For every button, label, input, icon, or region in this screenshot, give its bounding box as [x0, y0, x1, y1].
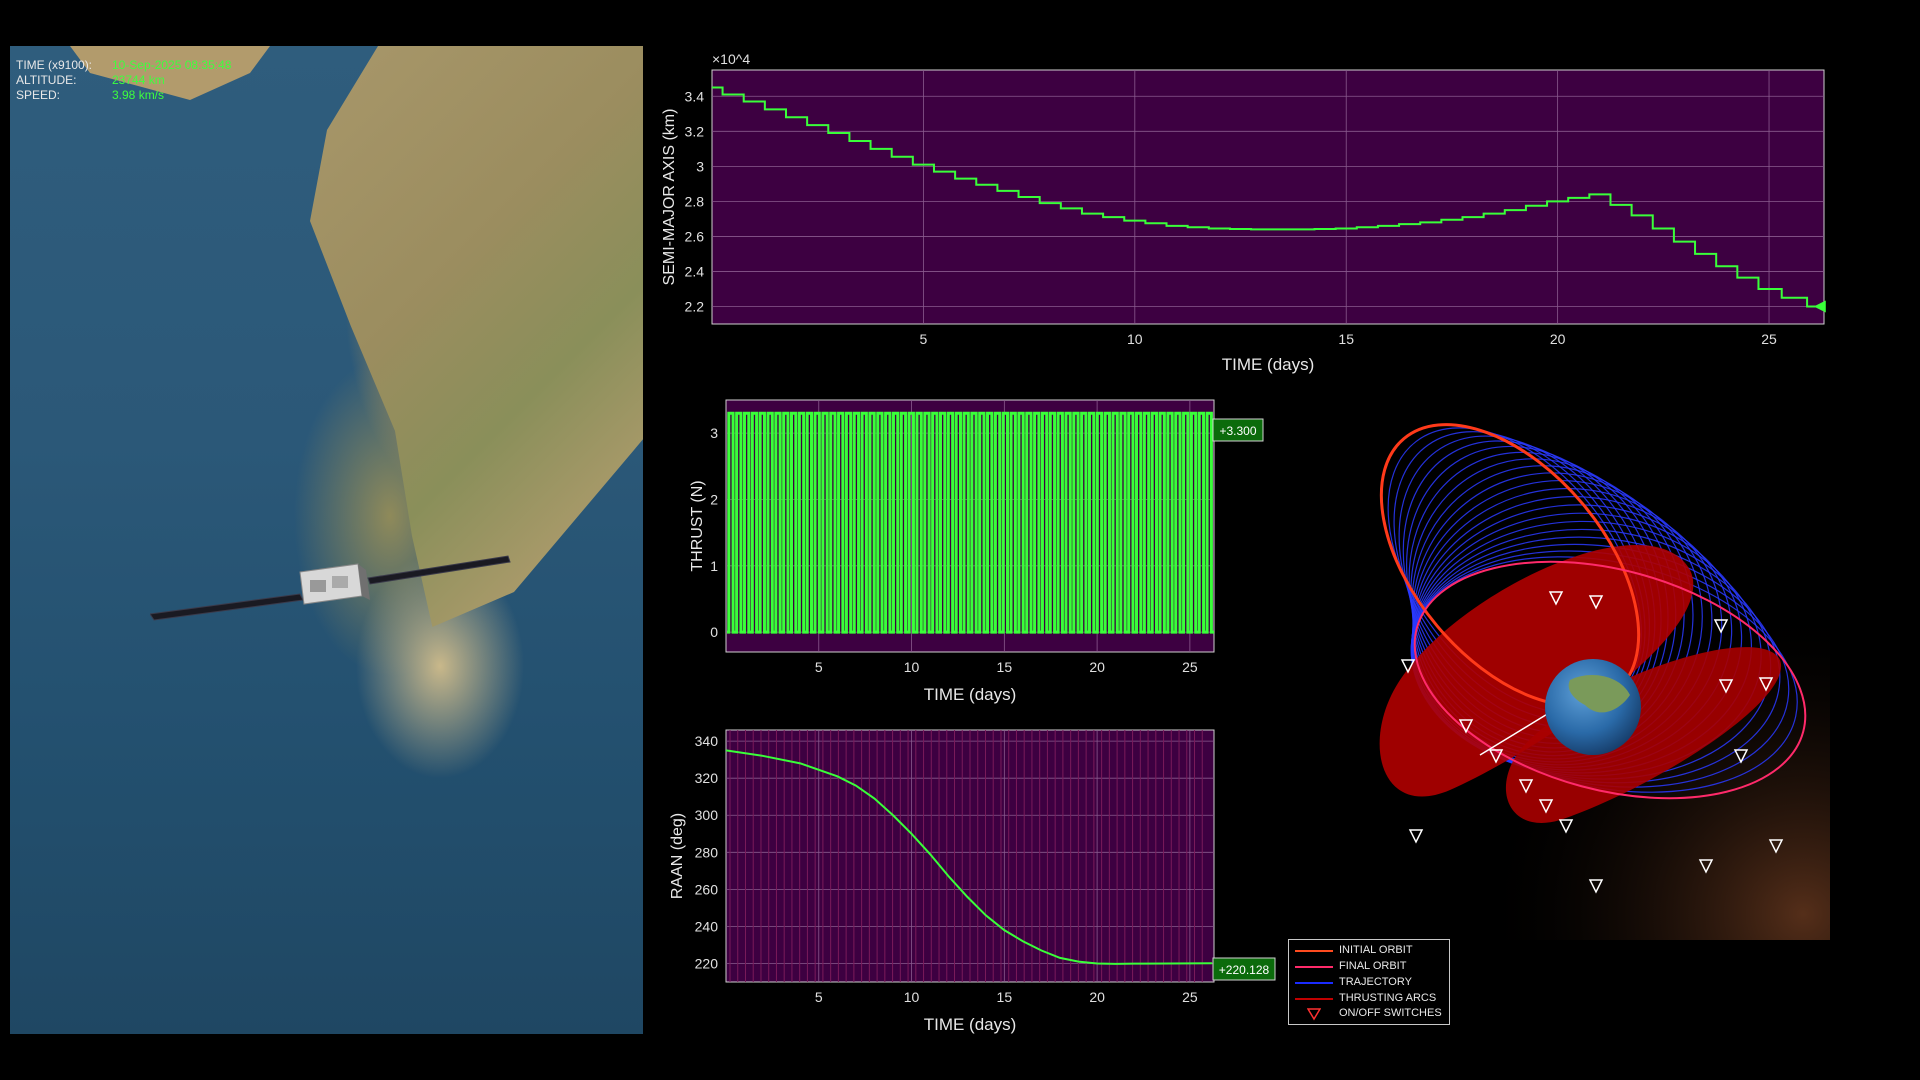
raan-grid: [726, 730, 1214, 982]
y-tick-label: 3.4: [685, 88, 705, 104]
y-tick-label: 320: [695, 770, 719, 786]
earth-view: TIME (x9100): 10-Sep-2025 08:35:48 ALTIT…: [10, 46, 643, 1034]
thrust-xlabel: TIME (days): [924, 685, 1017, 704]
x-tick-label: 20: [1550, 331, 1566, 347]
legend-item-initial-orbit: INITIAL ORBIT: [1295, 944, 1445, 958]
x-tick-label: 25: [1182, 659, 1198, 675]
x-tick-label: 25: [1182, 989, 1198, 1005]
satellite-model: [150, 555, 511, 621]
legend-triangle-icon: [1307, 1008, 1321, 1021]
thrust-chart: 5 10 15 20 25 0 1 2 3 +3.300 TIME (days) THRUST …: [689, 399, 1264, 704]
hud-altitude-value: 23744 km: [112, 73, 165, 87]
x-tick-label: 20: [1089, 989, 1105, 1005]
legend-swatch-thrusting-arcs: [1295, 998, 1333, 1000]
raan-xlabel: TIME (days): [924, 1015, 1017, 1034]
legend-swatch-initial-orbit: [1295, 950, 1333, 952]
y-tick-label: 2.6: [685, 228, 705, 244]
satellite-detail: [310, 580, 326, 592]
legend-swatch-final-orbit: [1295, 966, 1333, 968]
y-tick-label: 2.4: [685, 263, 705, 279]
y-tick-label: 1: [710, 558, 718, 574]
x-tick-label: 15: [1338, 331, 1354, 347]
hud-speed-value: 3.98 km/s: [112, 88, 165, 102]
y-tick-label: 3.2: [685, 123, 705, 139]
thrust-value-label: +3.300: [1219, 424, 1256, 438]
sma-xlabel: TIME (days): [1222, 355, 1315, 374]
raan-ylabel: RAAN (deg): [669, 813, 686, 899]
y-tick-label: 340: [695, 733, 719, 749]
sma-ylabel: SEMI-MAJOR AXIS (km): [661, 109, 678, 286]
africa-landmass: [310, 46, 643, 627]
sma-chart: 5 10 15 20 25 2.2 2.4 2.6 2.8 3 3.2 3.4 ×10^4 TIME …: [661, 51, 1826, 374]
solar-panel-right: [367, 555, 511, 585]
hud-altitude-label: ALTITUDE:: [16, 73, 77, 87]
sma-exponent-label: ×10^4: [712, 51, 750, 67]
y-tick-label: 2.8: [685, 193, 705, 209]
hud-speed-label: SPEED:: [16, 88, 61, 102]
x-tick-label: 15: [997, 989, 1013, 1005]
x-tick-label: 10: [1127, 331, 1143, 347]
x-tick-label: 5: [815, 989, 823, 1005]
x-tick-label: 10: [904, 659, 920, 675]
legend-swatch-trajectory: [1295, 982, 1333, 984]
legend-item-trajectory: TRAJECTORY: [1295, 976, 1445, 990]
hud-altitude: ALTITUDE: 23744 km: [16, 73, 165, 87]
y-tick-label: 240: [695, 918, 719, 934]
legend-label-initial-orbit: INITIAL ORBIT: [1339, 944, 1413, 956]
y-tick-label: 220: [695, 955, 719, 971]
x-tick-label: 15: [997, 659, 1013, 675]
y-tick-label: 300: [695, 807, 719, 823]
hud-time: TIME (x9100): 10-Sep-2025 08:35:48: [16, 58, 231, 72]
satellite-body: [299, 563, 363, 605]
hud-time-value: 10-Sep-2025 08:35:48: [112, 58, 232, 72]
x-tick-label: 25: [1761, 331, 1777, 347]
hud-speed: SPEED: 3.98 km/s: [16, 88, 164, 102]
x-tick-label: 10: [904, 989, 920, 1005]
y-tick-label: 2: [710, 491, 718, 507]
thrust-series-line: [726, 411, 1214, 634]
legend-item-thrusting-arcs: THRUSTING ARCS: [1295, 992, 1445, 1006]
orbit-legend: INITIAL ORBIT FINAL ORBIT TRAJECTORY THR…: [1288, 939, 1450, 1025]
x-tick-label: 20: [1089, 659, 1105, 675]
hud-time-label: TIME (x9100):: [16, 58, 93, 72]
legend-item-final-orbit: FINAL ORBIT: [1295, 960, 1445, 974]
y-tick-label: 3: [710, 425, 718, 441]
thrust-ylabel: THRUST (N): [689, 480, 706, 571]
satellite-detail-2: [332, 576, 348, 588]
solar-panel-left: [150, 593, 304, 621]
raan-chart: 5 10 15 20 25220240260280300320340 +220.128 …: [669, 729, 1276, 1034]
legend-label-thrusting-arcs: THRUSTING ARCS: [1339, 992, 1437, 1004]
orbit-view: [1290, 420, 1830, 940]
legend-item-on-off-switches: ON/OFF SWITCHES: [1295, 1007, 1445, 1021]
y-tick-label: 2.2: [685, 298, 705, 314]
y-tick-label: 260: [695, 881, 719, 897]
y-tick-label: 280: [695, 844, 719, 860]
x-tick-label: 5: [815, 659, 823, 675]
legend-label-final-orbit: FINAL ORBIT: [1339, 960, 1407, 972]
y-tick-label: 3: [696, 158, 704, 174]
x-tick-label: 5: [920, 331, 928, 347]
y-tick-label: 0: [710, 624, 718, 640]
legend-label-trajectory: TRAJECTORY: [1339, 976, 1412, 988]
raan-value-label: +220.128: [1219, 963, 1270, 977]
legend-label-on-off-switches: ON/OFF SWITCHES: [1339, 1007, 1442, 1019]
sma-plot-area: [711, 69, 1825, 325]
